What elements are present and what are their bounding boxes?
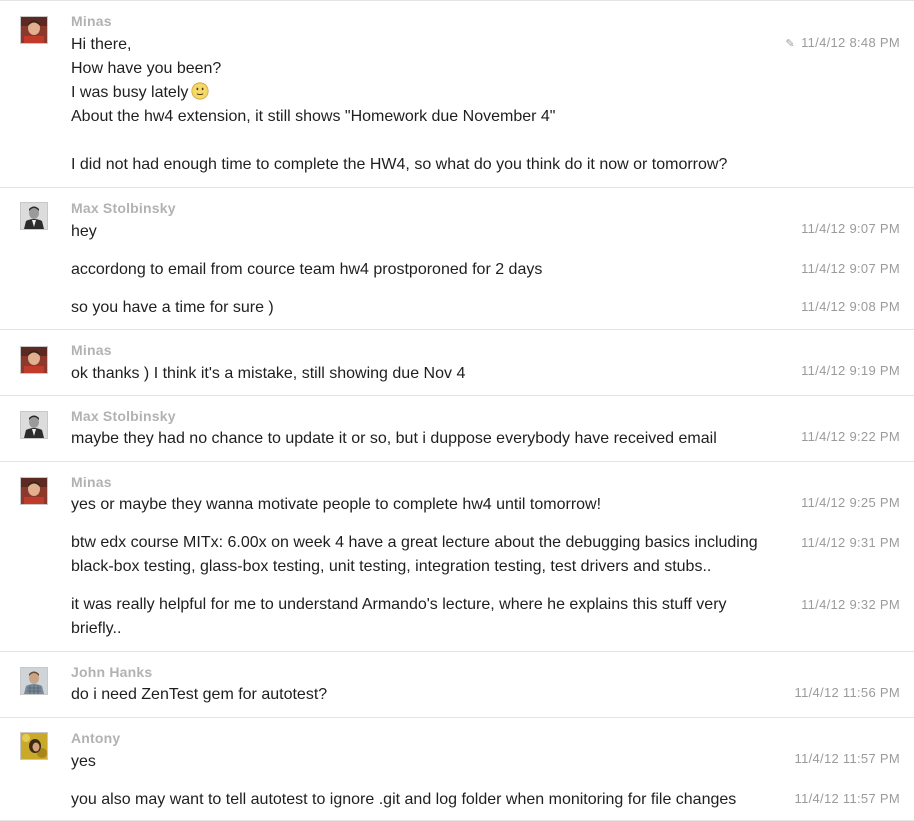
message-timestamp: 11/4/12 9:32 PM: [801, 597, 900, 612]
slightly-smiling-face-emoji: [191, 82, 209, 100]
avatar[interactable]: [20, 202, 48, 230]
sender-name[interactable]: Minas: [71, 13, 112, 29]
message-group: Max Stolbinsky hey 11/4/12 9:07 PM accor…: [0, 188, 914, 330]
message-timestamp: 11/4/12 9:07 PM: [801, 221, 900, 236]
message-line: hey: [71, 223, 97, 240]
message-text: yes: [71, 750, 96, 774]
sender-name[interactable]: Antony: [71, 730, 120, 746]
message-timestamp: 11/4/12 9:22 PM: [801, 429, 900, 444]
message-text: btw edx course MITx: 6.00x on week 4 hav…: [71, 531, 771, 579]
message-line: Hi there,: [71, 36, 132, 53]
timestamp-text: 11/4/12 8:48 PM: [801, 35, 900, 50]
message-timestamp: 11/4/12 9:31 PM: [801, 535, 900, 550]
message-timestamp: 11/4/12 9:19 PM: [801, 363, 900, 378]
avatar-max-image: [21, 203, 47, 229]
message-text: do i need ZenTest gem for autotest?: [71, 683, 327, 707]
message-text: ok thanks ) I think it's a mistake, stil…: [71, 362, 465, 386]
message-group: John Hanks do i need ZenTest gem for aut…: [0, 652, 914, 718]
message-timestamp: 11/4/12 9:25 PM: [801, 495, 900, 510]
message-text: it was really helpful for me to understa…: [71, 593, 751, 641]
message-timestamp: 11/4/12 11:57 PM: [794, 791, 900, 806]
message-group: Minas ok thanks ) I think it's a mistake…: [0, 330, 914, 396]
sender-name[interactable]: Minas: [71, 342, 112, 358]
message-line: How have you been?: [71, 60, 222, 77]
message-line: yes: [71, 753, 96, 770]
avatar[interactable]: [20, 667, 48, 695]
message-line: [71, 129, 727, 153]
message-line: you also may want to tell autotest to ig…: [71, 791, 737, 808]
avatar-max-image: [21, 412, 47, 438]
message-line: yes or maybe they wanna motivate people …: [71, 496, 602, 513]
message-text: maybe they had no chance to update it or…: [71, 427, 717, 451]
message-line: I was busy lately: [71, 81, 727, 105]
avatar[interactable]: [20, 732, 48, 760]
message-text: Hi there, How have you been? I was busy …: [71, 33, 727, 177]
message-text: you also may want to tell autotest to ig…: [71, 788, 736, 812]
avatar-antony-image: [21, 733, 47, 759]
message-timestamp: 11/4/12 9:08 PM: [801, 299, 900, 314]
sender-name[interactable]: Minas: [71, 474, 112, 490]
message-group: Minas yes or maybe they wanna motivate p…: [0, 462, 914, 652]
avatar-minas-image: [21, 17, 47, 43]
message-thread: Minas Hi there, How have you been? I was…: [0, 0, 914, 821]
avatar[interactable]: [20, 477, 48, 505]
sender-name[interactable]: John Hanks: [71, 664, 152, 680]
message-text: yes or maybe they wanna motivate people …: [71, 493, 601, 517]
message-timestamp: 11/4/12 9:07 PM: [801, 261, 900, 276]
message-group: Max Stolbinsky maybe they had no chance …: [0, 396, 914, 462]
message-line: maybe they had no chance to update it or…: [71, 430, 717, 447]
message-line: btw edx course MITx: 6.00x on week 4 hav…: [71, 534, 758, 575]
pencil-icon: ✎: [785, 38, 796, 50]
message-line: do i need ZenTest gem for autotest?: [71, 686, 328, 703]
message-timestamp: 11/4/12 11:56 PM: [794, 685, 900, 700]
message-text: hey: [71, 220, 97, 244]
message-line: it was really helpful for me to understa…: [71, 596, 727, 637]
message-line: ok thanks ) I think it's a mistake, stil…: [71, 365, 466, 382]
avatar-minas-image: [21, 347, 47, 373]
message-timestamp: ✎ 11/4/12 8:48 PM: [786, 35, 900, 50]
sender-name[interactable]: Max Stolbinsky: [71, 408, 176, 424]
avatar[interactable]: [20, 346, 48, 374]
message-text: accordong to email from cource team hw4 …: [71, 258, 542, 282]
message-line: I did not had enough time to complete th…: [71, 156, 728, 173]
avatar-minas-image: [21, 478, 47, 504]
avatar[interactable]: [20, 16, 48, 44]
avatar-john-image: [21, 668, 47, 694]
message-line: accordong to email from cource team hw4 …: [71, 261, 543, 278]
message-line-text: I was busy lately: [71, 84, 189, 101]
message-group: Antony yes 11/4/12 11:57 PM you also may…: [0, 718, 914, 821]
avatar[interactable]: [20, 411, 48, 439]
message-group: Minas Hi there, How have you been? I was…: [0, 0, 914, 188]
message-line: About the hw4 extension, it still shows …: [71, 108, 556, 125]
message-timestamp: 11/4/12 11:57 PM: [794, 751, 900, 766]
message-text: so you have a time for sure ): [71, 296, 274, 320]
message-line: so you have a time for sure ): [71, 299, 274, 316]
sender-name[interactable]: Max Stolbinsky: [71, 200, 176, 216]
